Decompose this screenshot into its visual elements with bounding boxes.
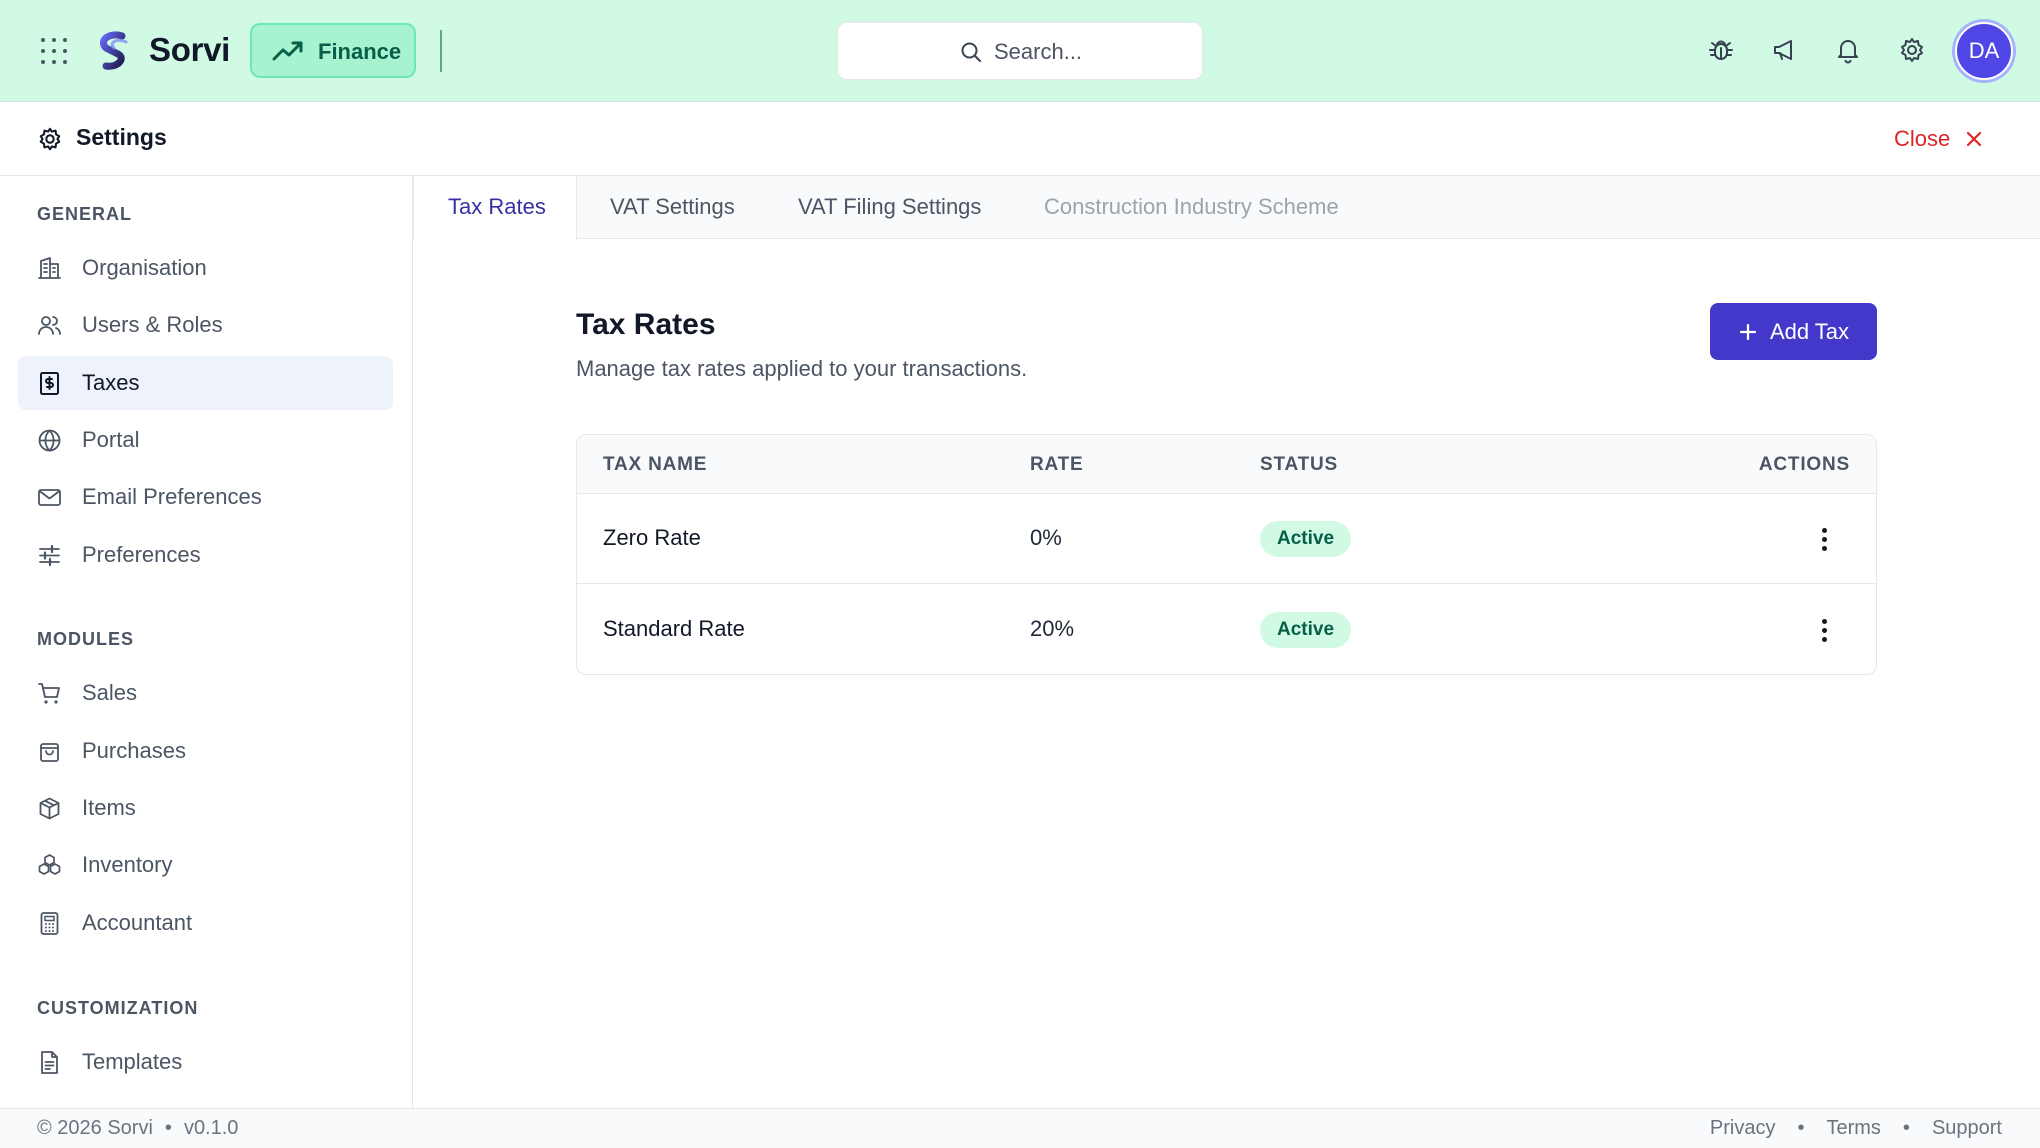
brand-name[interactable]: Sorvi: [149, 31, 230, 69]
column-header-tax-name: TAX NAME: [603, 454, 708, 475]
sidebar-item-label: Organisation: [82, 255, 207, 280]
section-label-customization: CUSTOMIZATION: [37, 998, 199, 1018]
sidebar-item-organisation[interactable]: Organisation: [18, 241, 393, 295]
section-label-general: GENERAL: [37, 204, 133, 224]
sidebar-item-label: Accountant: [82, 910, 193, 935]
sidebar-item-label: Items: [82, 795, 136, 820]
settings-tabs: Tax Rates VAT Settings VAT Filing Settin…: [413, 176, 2040, 240]
more-actions-icon[interactable]: [1813, 614, 1835, 646]
tab-vat-settings[interactable]: VAT Settings: [610, 176, 735, 239]
tab-construction-industry-scheme: Construction Industry Scheme: [1044, 194, 1339, 219]
sidebar-item-label: Users & Roles: [82, 312, 223, 337]
sidebar-item-preferences[interactable]: Preferences: [18, 528, 393, 582]
bell-icon[interactable]: [1834, 36, 1862, 64]
settings-sidebar: GENERAL Organisation Users & Roles Taxes…: [0, 176, 413, 1108]
footer-link-support[interactable]: Support: [1932, 1117, 2002, 1140]
calculator-icon: [40, 912, 59, 935]
mail-icon: [38, 489, 61, 506]
building-icon: [38, 257, 61, 279]
settings-header: Settings Close: [0, 102, 2040, 176]
copyright-text: © 2026 Sorvi: [37, 1117, 153, 1139]
sidebar-item-label: Sales: [82, 680, 138, 705]
gear-icon[interactable]: [1898, 36, 1926, 64]
sidebar-item-templates[interactable]: Templates: [18, 1035, 393, 1089]
add-tax-label: Add Tax: [1769, 318, 1850, 344]
status-badge: Active: [1260, 612, 1352, 648]
close-settings-button[interactable]: Close: [1894, 124, 1984, 154]
table-row[interactable]: Zero Rate 0% Active: [577, 494, 1876, 584]
module-label: Finance: [318, 39, 402, 64]
settings-gear-icon: [39, 127, 61, 151]
trending-up-icon: [272, 41, 303, 61]
close-label: Close: [1894, 126, 1951, 151]
top-bar: Sorvi Finance Search... DA: [0, 0, 2040, 102]
search-icon: [961, 42, 981, 62]
separator-dot: •: [1902, 1117, 1910, 1139]
sidebar-item-purchases[interactable]: Purchases: [18, 724, 393, 778]
sidebar-item-users-roles[interactable]: Users & Roles: [18, 298, 393, 352]
sliders-icon: [39, 544, 60, 567]
plus-icon: [1739, 323, 1757, 340]
sidebar-item-label: Inventory: [82, 852, 173, 877]
tax-name-cell: Zero Rate: [603, 525, 701, 550]
add-tax-button[interactable]: Add Tax: [1710, 303, 1877, 360]
bug-icon[interactable]: [1707, 36, 1735, 64]
column-header-rate: RATE: [1030, 454, 1084, 475]
settings-title: Settings: [76, 124, 167, 150]
module-switcher-button[interactable]: Finance: [250, 23, 416, 78]
document-icon: [41, 1051, 58, 1074]
boxes-icon: [38, 854, 61, 875]
tab-tax-rates[interactable]: Tax Rates: [413, 176, 577, 240]
page-title: Tax Rates: [576, 308, 716, 341]
tax-rates-table: TAX NAME RATE STATUS ACTIONS Zero Rate 0…: [576, 434, 1877, 675]
page-subtitle: Manage tax rates applied to your transac…: [576, 356, 1028, 381]
rate-cell: 0%: [1030, 525, 1062, 550]
sidebar-item-portal[interactable]: Portal: [18, 413, 393, 467]
cart-icon: [38, 683, 60, 704]
sorvi-logo-icon: [99, 31, 128, 70]
shopping-bag-icon: [40, 743, 59, 762]
more-actions-icon[interactable]: [1813, 523, 1835, 555]
sidebar-item-label: Preferences: [82, 542, 201, 567]
sidebar-item-label: Purchases: [82, 738, 186, 763]
section-label-modules: MODULES: [37, 629, 134, 649]
column-header-status: STATUS: [1260, 454, 1338, 475]
tax-name-cell: Standard Rate: [603, 616, 745, 641]
status-badge: Active: [1260, 521, 1352, 557]
sidebar-item-taxes[interactable]: Taxes: [18, 356, 393, 410]
search-input[interactable]: Search...: [837, 22, 1203, 80]
footer: © 2026 Sorvi • v0.1.0 Privacy • Terms • …: [0, 1108, 2040, 1148]
column-header-actions: ACTIONS: [1758, 454, 1850, 475]
user-avatar[interactable]: DA: [1955, 22, 2013, 80]
sidebar-item-label: Portal: [82, 427, 140, 452]
rate-cell: 20%: [1030, 616, 1075, 641]
divider: [440, 30, 442, 72]
sidebar-item-label: Templates: [82, 1049, 183, 1074]
sidebar-item-label: Taxes: [82, 370, 140, 395]
receipt-dollar-icon: [40, 372, 59, 395]
footer-link-privacy[interactable]: Privacy: [1710, 1117, 1776, 1140]
table-row[interactable]: Standard Rate 20% Active: [577, 585, 1876, 674]
separator-dot: •: [164, 1117, 172, 1139]
search-placeholder: Search...: [994, 39, 1083, 64]
version-text: v0.1.0: [183, 1117, 239, 1139]
sidebar-item-sales[interactable]: Sales: [18, 666, 393, 720]
tab-vat-filing-settings[interactable]: VAT Filing Settings: [798, 176, 981, 239]
globe-icon: [38, 429, 61, 452]
sidebar-item-accountant[interactable]: Accountant: [18, 896, 393, 950]
table-header: TAX NAME RATE STATUS ACTIONS: [577, 435, 1876, 494]
footer-link-terms[interactable]: Terms: [1826, 1117, 1880, 1140]
close-icon: [1967, 131, 1982, 147]
megaphone-icon[interactable]: [1771, 36, 1799, 64]
package-icon: [39, 797, 60, 820]
separator-dot: •: [1797, 1117, 1805, 1139]
users-icon: [38, 316, 61, 335]
sidebar-item-email-preferences[interactable]: Email Preferences: [18, 470, 393, 524]
app-launcher-icon[interactable]: [38, 35, 68, 65]
sidebar-item-label: Email Preferences: [82, 484, 262, 509]
sidebar-item-inventory[interactable]: Inventory: [18, 838, 393, 892]
sidebar-item-items[interactable]: Items: [18, 781, 393, 835]
